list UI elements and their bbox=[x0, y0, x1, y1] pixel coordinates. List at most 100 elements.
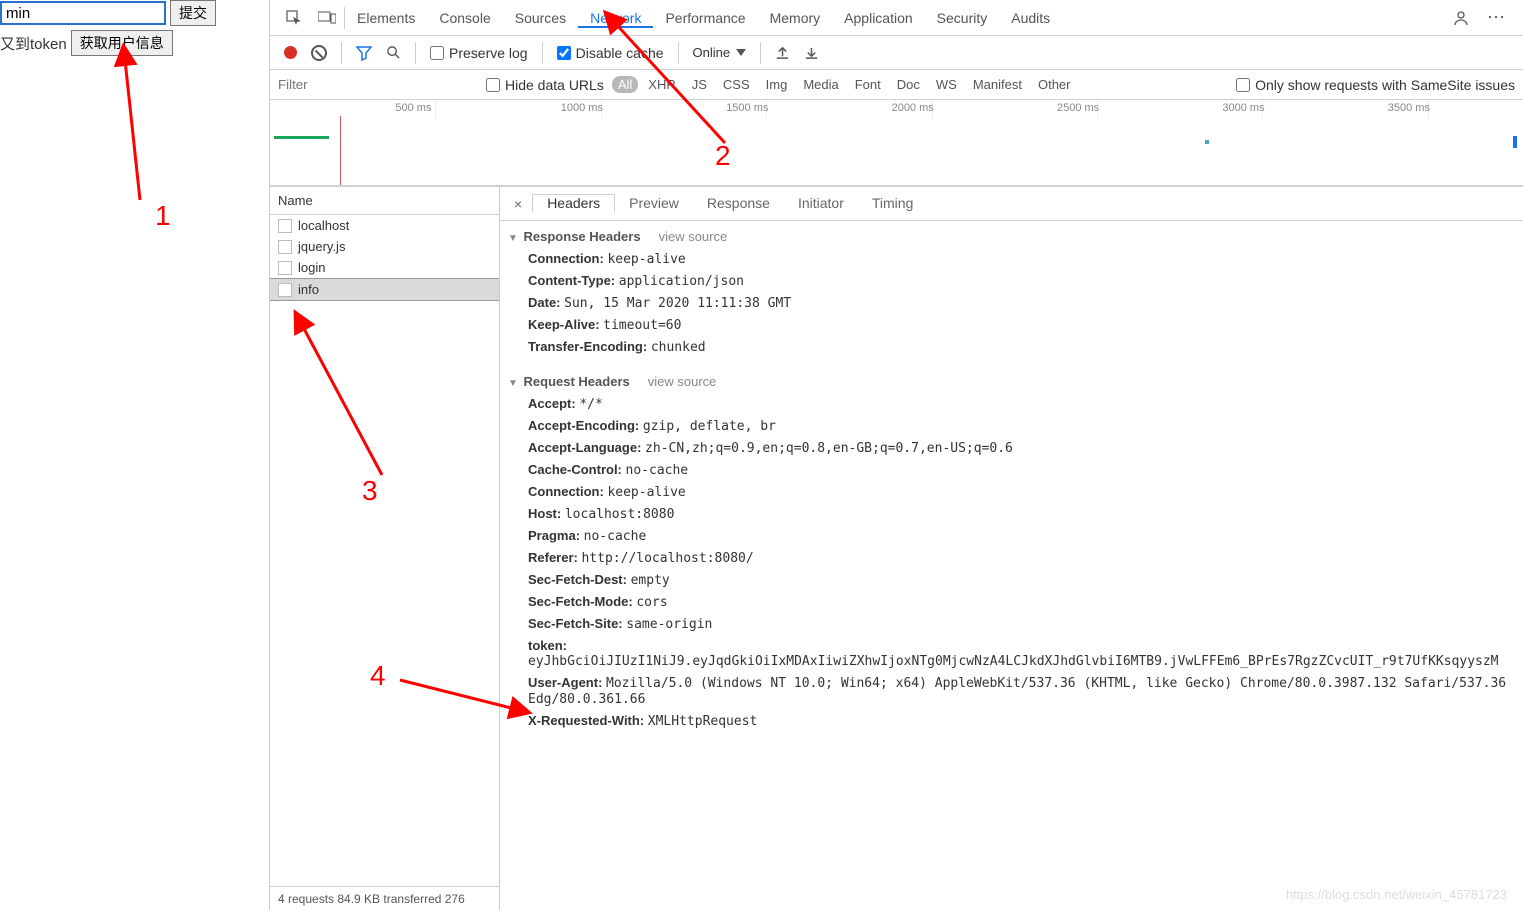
devtab-performance[interactable]: Performance bbox=[653, 10, 757, 26]
close-icon[interactable]: × bbox=[504, 196, 532, 212]
devtab-audits[interactable]: Audits bbox=[999, 10, 1062, 26]
timeline[interactable]: 500 ms1000 ms1500 ms2000 ms2500 ms3000 m… bbox=[270, 100, 1523, 186]
request-name: login bbox=[298, 260, 325, 275]
header-line: Host: localhost:8080 bbox=[508, 503, 1515, 525]
file-icon bbox=[278, 261, 292, 275]
throttling-select[interactable]: Online bbox=[693, 45, 747, 60]
annotation-2: 2 bbox=[715, 140, 731, 172]
section-header[interactable]: ▼ Request Headersview source bbox=[508, 370, 1515, 393]
chevron-down-icon bbox=[736, 49, 746, 56]
filter-pill-manifest[interactable]: Manifest bbox=[967, 76, 1028, 93]
request-name: jquery.js bbox=[298, 239, 345, 254]
devtab-console[interactable]: Console bbox=[427, 10, 502, 26]
header-line: Date: Sun, 15 Mar 2020 11:11:38 GMT bbox=[508, 292, 1515, 314]
request-name: localhost bbox=[298, 218, 349, 233]
devtab-application[interactable]: Application bbox=[832, 10, 925, 26]
request-row[interactable]: info bbox=[270, 278, 499, 301]
annotation-3: 3 bbox=[362, 475, 378, 507]
view-source-link[interactable]: view source bbox=[659, 229, 728, 244]
watermark: https://blog.csdn.net/weixin_45781723 bbox=[1286, 887, 1507, 902]
detail-tab-headers[interactable]: Headers bbox=[532, 194, 615, 212]
annotation-1: 1 bbox=[155, 200, 171, 232]
filter-pill-xhr[interactable]: XHR bbox=[642, 76, 681, 93]
request-row[interactable]: login bbox=[270, 257, 499, 278]
header-line: Sec-Fetch-Site: same-origin bbox=[508, 613, 1515, 635]
upload-icon[interactable] bbox=[775, 45, 790, 60]
header-line: User-Agent: Mozilla/5.0 (Windows NT 10.0… bbox=[508, 672, 1515, 710]
timeline-tick: 1000 ms bbox=[561, 102, 603, 114]
filter-pill-ws[interactable]: WS bbox=[930, 76, 963, 93]
header-line: Content-Type: application/json bbox=[508, 270, 1515, 292]
request-row[interactable]: jquery.js bbox=[270, 236, 499, 257]
header-line: Connection: keep-alive bbox=[508, 481, 1515, 503]
section-header[interactable]: ▼ Response Headersview source bbox=[508, 225, 1515, 248]
filter-pill-other[interactable]: Other bbox=[1032, 76, 1077, 93]
hide-data-urls-checkbox[interactable]: Hide data URLs bbox=[486, 77, 604, 93]
inspect-icon[interactable] bbox=[278, 10, 310, 26]
download-icon[interactable] bbox=[804, 45, 819, 60]
filter-pill-js[interactable]: JS bbox=[686, 76, 713, 93]
devtab-security[interactable]: Security bbox=[925, 10, 1000, 26]
file-icon bbox=[278, 219, 292, 233]
samesite-checkbox[interactable]: Only show requests with SameSite issues bbox=[1236, 77, 1515, 93]
header-line: Sec-Fetch-Mode: cors bbox=[508, 591, 1515, 613]
header-line: Accept: */* bbox=[508, 393, 1515, 415]
timeline-tick: 2500 ms bbox=[1057, 102, 1099, 114]
view-source-link[interactable]: view source bbox=[648, 374, 717, 389]
text-input[interactable] bbox=[0, 1, 166, 25]
header-line: Connection: keep-alive bbox=[508, 248, 1515, 270]
file-icon bbox=[278, 240, 292, 254]
detail-tabs: × HeadersPreviewResponseInitiatorTiming bbox=[500, 187, 1523, 221]
file-icon bbox=[278, 283, 292, 297]
record-icon[interactable] bbox=[284, 46, 297, 59]
filter-pill-all[interactable]: All bbox=[612, 76, 638, 93]
filter-pill-font[interactable]: Font bbox=[849, 76, 887, 93]
timeline-tick: 3500 ms bbox=[1388, 102, 1430, 114]
header-line: Transfer-Encoding: chunked bbox=[508, 336, 1515, 358]
header-line: Accept-Encoding: gzip, deflate, br bbox=[508, 415, 1515, 437]
status-bar: 4 requests 84.9 KB transferred 276 bbox=[270, 886, 499, 910]
devtab-sources[interactable]: Sources bbox=[503, 10, 578, 26]
timeline-tick: 2000 ms bbox=[892, 102, 934, 114]
annotation-4: 4 bbox=[370, 660, 386, 692]
detail-tab-response[interactable]: Response bbox=[693, 195, 784, 211]
header-line: Accept-Language: zh-CN,zh;q=0.9,en;q=0.8… bbox=[508, 437, 1515, 459]
header-line: token: eyJhbGciOiJIUzI1NiJ9.eyJqdGkiOiIx… bbox=[508, 635, 1515, 672]
timeline-tick: 1500 ms bbox=[726, 102, 768, 114]
detail-tab-initiator[interactable]: Initiator bbox=[784, 195, 858, 211]
detail-tab-timing[interactable]: Timing bbox=[858, 195, 928, 211]
person-icon[interactable] bbox=[1443, 10, 1479, 26]
disable-cache-checkbox[interactable]: Disable cache bbox=[557, 45, 664, 61]
name-column-header[interactable]: Name bbox=[270, 187, 499, 215]
detail-tab-preview[interactable]: Preview bbox=[615, 195, 693, 211]
filter-bar: Hide data URLs AllXHR JSCSSImgMedia FontDo… bbox=[270, 70, 1523, 100]
submit-button[interactable]: 提交 bbox=[170, 0, 216, 26]
request-row[interactable]: localhost bbox=[270, 215, 499, 236]
header-line: Sec-Fetch-Dest: empty bbox=[508, 569, 1515, 591]
page-content: 提交 又到token 获取用户信息 1 bbox=[0, 0, 270, 910]
preserve-log-checkbox[interactable]: Preserve log bbox=[430, 45, 528, 61]
header-line: X-Requested-With: XMLHttpRequest bbox=[508, 710, 1515, 732]
filter-pill-css[interactable]: CSS bbox=[717, 76, 756, 93]
devtools: ElementsConsoleSourcesNetworkPerformance… bbox=[270, 0, 1523, 910]
filter-pill-img[interactable]: Img bbox=[760, 76, 794, 93]
filter-pill-doc[interactable]: Doc bbox=[891, 76, 926, 93]
devtab-network[interactable]: Network bbox=[578, 10, 653, 28]
timeline-tick: 3000 ms bbox=[1222, 102, 1264, 114]
more-icon[interactable]: ⋯ bbox=[1479, 7, 1515, 28]
request-name: info bbox=[298, 282, 319, 297]
filter-pill-media[interactable]: Media bbox=[797, 76, 844, 93]
header-line: Pragma: no-cache bbox=[508, 525, 1515, 547]
search-icon[interactable] bbox=[386, 45, 401, 60]
devtab-elements[interactable]: Elements bbox=[345, 10, 427, 26]
token-label: 又到token bbox=[0, 33, 67, 54]
devtab-memory[interactable]: Memory bbox=[758, 10, 833, 26]
network-toolbar: Preserve log Disable cache Online bbox=[270, 36, 1523, 70]
get-user-info-button[interactable]: 获取用户信息 bbox=[71, 30, 173, 56]
filter-input[interactable] bbox=[278, 75, 478, 95]
header-line: Cache-Control: no-cache bbox=[508, 459, 1515, 481]
filter-icon[interactable] bbox=[356, 45, 372, 61]
header-line: Keep-Alive: timeout=60 bbox=[508, 314, 1515, 336]
device-icon[interactable] bbox=[310, 11, 344, 25]
clear-icon[interactable] bbox=[311, 45, 327, 61]
